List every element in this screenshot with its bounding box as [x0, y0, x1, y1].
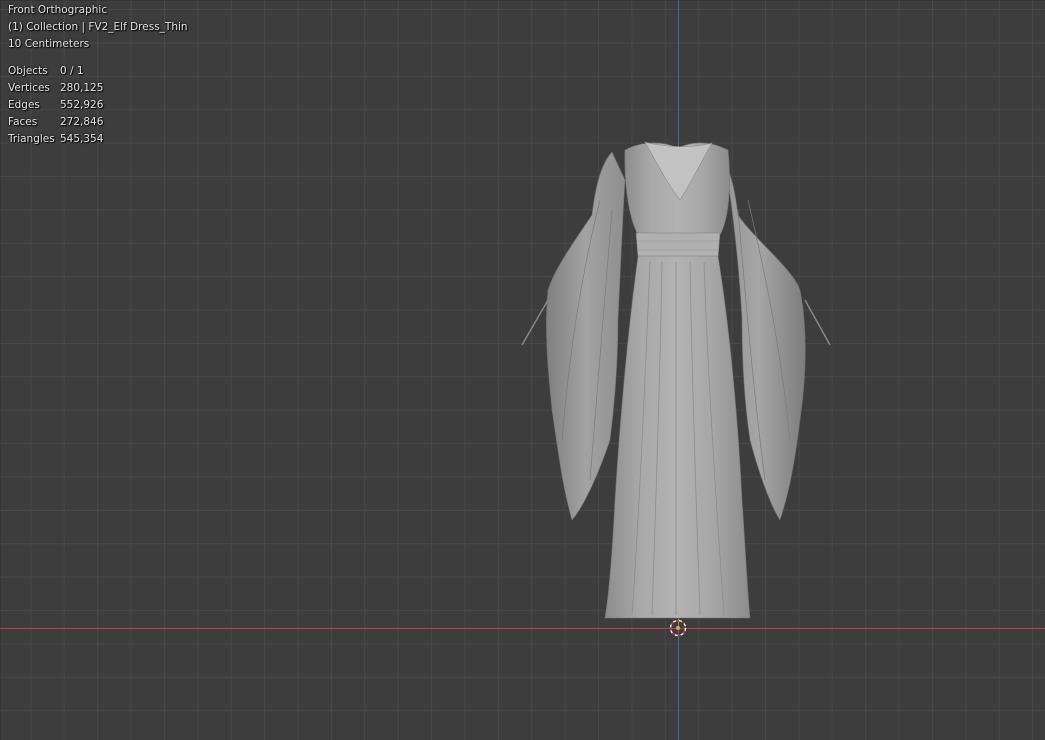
- stat-label: Triangles: [8, 133, 55, 145]
- stat-row: Vertices 280,125: [8, 80, 103, 97]
- stat-row: Triangles 545,354: [8, 131, 103, 148]
- stat-value: 272,846: [60, 116, 104, 128]
- stat-label: Objects: [8, 65, 48, 77]
- view-name: Front Orthographic: [8, 4, 108, 16]
- collection-line: (1) Collection | FV2_Elf Dress_Thin: [8, 21, 188, 33]
- dress-mesh[interactable]: [0, 0, 1045, 740]
- stat-label: Edges: [8, 99, 40, 111]
- right-sleeve-tie: [804, 299, 831, 346]
- skirt: [604, 255, 751, 619]
- left-sleeve: [546, 151, 626, 521]
- stat-row: Objects 0 / 1: [8, 63, 103, 80]
- stat-value: 545,354: [60, 133, 104, 145]
- left-sleeve-tie: [521, 299, 549, 346]
- stat-row: Faces 272,846: [8, 114, 103, 131]
- waistband: [635, 232, 721, 259]
- 3d-cursor-icon[interactable]: [669, 619, 687, 637]
- stat-value: 280,125: [60, 82, 104, 94]
- grid-scale: 10 Centimeters: [8, 38, 90, 50]
- stat-label: Vertices: [8, 82, 50, 94]
- stat-value: 552,926: [60, 99, 104, 111]
- scene-statistics: Objects 0 / 1 Vertices 280,125 Edges 552…: [8, 63, 103, 148]
- viewport-info-overlay: Front Orthographic (1) Collection | FV2_…: [8, 2, 188, 53]
- stat-row: Edges 552,926: [8, 97, 103, 114]
- stat-label: Faces: [8, 116, 38, 128]
- stat-value: 0 / 1: [60, 65, 84, 77]
- 3d-viewport[interactable]: Front Orthographic (1) Collection | FV2_…: [0, 0, 1045, 740]
